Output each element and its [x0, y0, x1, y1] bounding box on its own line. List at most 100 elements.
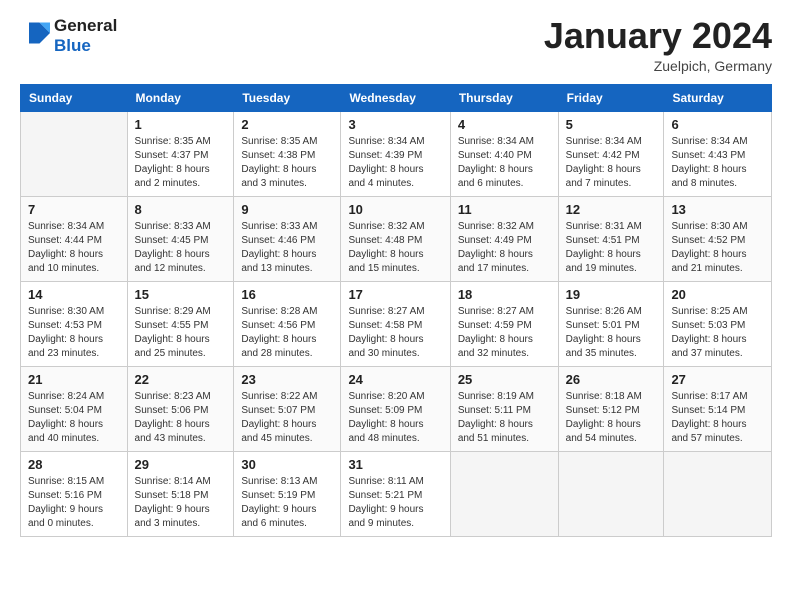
- day-cell-11: 11 Sunrise: 8:32 AMSunset: 4:49 PMDayligh…: [450, 196, 558, 281]
- day-number: 30: [241, 457, 333, 472]
- day-info: Sunrise: 8:13 AMSunset: 5:19 PMDaylight:…: [241, 475, 333, 531]
- empty-cell: [558, 451, 664, 536]
- day-number: 7: [28, 202, 120, 217]
- day-info: Sunrise: 8:17 AMSunset: 5:14 PMDaylight:…: [671, 390, 764, 446]
- logo-general: General: [54, 16, 117, 36]
- day-info: Sunrise: 8:22 AMSunset: 5:07 PMDaylight:…: [241, 390, 333, 446]
- day-cell-21: 21 Sunrise: 8:24 AMSunset: 5:04 PMDayligh…: [21, 366, 128, 451]
- day-cell-6: 6 Sunrise: 8:34 AMSunset: 4:43 PMDaylight…: [664, 111, 772, 196]
- day-cell-27: 27 Sunrise: 8:17 AMSunset: 5:14 PMDayligh…: [664, 366, 772, 451]
- day-number: 29: [135, 457, 227, 472]
- day-info: Sunrise: 8:31 AMSunset: 4:51 PMDaylight:…: [566, 220, 657, 276]
- day-number: 23: [241, 372, 333, 387]
- day-info: Sunrise: 8:32 AMSunset: 4:48 PMDaylight:…: [348, 220, 442, 276]
- day-cell-16: 16 Sunrise: 8:28 AMSunset: 4:56 PMDayligh…: [234, 281, 341, 366]
- day-info: Sunrise: 8:29 AMSunset: 4:55 PMDaylight:…: [135, 305, 227, 361]
- day-info: Sunrise: 8:28 AMSunset: 4:56 PMDaylight:…: [241, 305, 333, 361]
- day-info: Sunrise: 8:19 AMSunset: 5:11 PMDaylight:…: [458, 390, 551, 446]
- day-info: Sunrise: 8:27 AMSunset: 4:58 PMDaylight:…: [348, 305, 442, 361]
- day-info: Sunrise: 8:18 AMSunset: 5:12 PMDaylight:…: [566, 390, 657, 446]
- day-number: 26: [566, 372, 657, 387]
- day-info: Sunrise: 8:34 AMSunset: 4:44 PMDaylight:…: [28, 220, 120, 276]
- day-number: 5: [566, 117, 657, 132]
- day-number: 11: [458, 202, 551, 217]
- day-cell-22: 22 Sunrise: 8:23 AMSunset: 5:06 PMDayligh…: [127, 366, 234, 451]
- month-title: January 2024: [544, 16, 772, 56]
- day-number: 16: [241, 287, 333, 302]
- title-block: January 2024 Zuelpich, Germany: [544, 16, 772, 74]
- page: General Blue January 2024 Zuelpich, Germ…: [0, 0, 792, 612]
- day-cell-7: 7 Sunrise: 8:34 AMSunset: 4:44 PMDaylight…: [21, 196, 128, 281]
- day-info: Sunrise: 8:33 AMSunset: 4:45 PMDaylight:…: [135, 220, 227, 276]
- day-cell-31: 31Sunrise: 8:11 AMSunset: 5:21 PMDayligh…: [341, 451, 450, 536]
- day-info: Sunrise: 8:32 AMSunset: 4:49 PMDaylight:…: [458, 220, 551, 276]
- day-cell-9: 9 Sunrise: 8:33 AMSunset: 4:46 PMDaylight…: [234, 196, 341, 281]
- day-info: Sunrise: 8:34 AMSunset: 4:40 PMDaylight:…: [458, 135, 551, 191]
- empty-cell: [450, 451, 558, 536]
- col-header-sunday: Sunday: [21, 84, 128, 111]
- day-cell-19: 19Sunrise: 8:26 AMSunset: 5:01 PMDayligh…: [558, 281, 664, 366]
- day-number: 6: [671, 117, 764, 132]
- day-number: 14: [28, 287, 120, 302]
- day-number: 25: [458, 372, 551, 387]
- col-header-saturday: Saturday: [664, 84, 772, 111]
- day-info: Sunrise: 8:15 AMSunset: 5:16 PMDaylight:…: [28, 475, 120, 531]
- day-cell-12: 12Sunrise: 8:31 AMSunset: 4:51 PMDayligh…: [558, 196, 664, 281]
- header: General Blue January 2024 Zuelpich, Germ…: [20, 16, 772, 74]
- day-number: 4: [458, 117, 551, 132]
- day-cell-3: 3 Sunrise: 8:34 AMSunset: 4:39 PMDaylight…: [341, 111, 450, 196]
- day-cell-1: 1 Sunrise: 8:35 AMSunset: 4:37 PMDaylight…: [127, 111, 234, 196]
- day-number: 18: [458, 287, 551, 302]
- day-number: 28: [28, 457, 120, 472]
- day-number: 1: [135, 117, 227, 132]
- col-header-tuesday: Tuesday: [234, 84, 341, 111]
- day-cell-15: 15 Sunrise: 8:29 AMSunset: 4:55 PMDayligh…: [127, 281, 234, 366]
- day-number: 2: [241, 117, 333, 132]
- day-cell-5: 5 Sunrise: 8:34 AMSunset: 4:42 PMDaylight…: [558, 111, 664, 196]
- location-subtitle: Zuelpich, Germany: [544, 58, 772, 74]
- day-cell-8: 8 Sunrise: 8:33 AMSunset: 4:45 PMDaylight…: [127, 196, 234, 281]
- day-cell-30: 30 Sunrise: 8:13 AMSunset: 5:19 PMDayligh…: [234, 451, 341, 536]
- empty-cell: [664, 451, 772, 536]
- day-number: 21: [28, 372, 120, 387]
- col-header-friday: Friday: [558, 84, 664, 111]
- day-info: Sunrise: 8:35 AMSunset: 4:37 PMDaylight:…: [135, 135, 227, 191]
- day-info: Sunrise: 8:26 AMSunset: 5:01 PMDaylight:…: [566, 305, 657, 361]
- day-number: 20: [671, 287, 764, 302]
- day-number: 22: [135, 372, 227, 387]
- day-info: Sunrise: 8:30 AMSunset: 4:53 PMDaylight:…: [28, 305, 120, 361]
- day-number: 8: [135, 202, 227, 217]
- day-info: Sunrise: 8:34 AMSunset: 4:43 PMDaylight:…: [671, 135, 764, 191]
- day-cell-14: 14 Sunrise: 8:30 AMSunset: 4:53 PMDayligh…: [21, 281, 128, 366]
- day-cell-10: 10 Sunrise: 8:32 AMSunset: 4:48 PMDayligh…: [341, 196, 450, 281]
- day-cell-4: 4 Sunrise: 8:34 AMSunset: 4:40 PMDaylight…: [450, 111, 558, 196]
- calendar-table: SundayMondayTuesdayWednesdayThursdayFrid…: [20, 84, 772, 537]
- day-cell-20: 20 Sunrise: 8:25 AMSunset: 5:03 PMDayligh…: [664, 281, 772, 366]
- day-number: 17: [348, 287, 442, 302]
- day-info: Sunrise: 8:33 AMSunset: 4:46 PMDaylight:…: [241, 220, 333, 276]
- day-info: Sunrise: 8:14 AMSunset: 5:18 PMDaylight:…: [135, 475, 227, 531]
- day-info: Sunrise: 8:30 AMSunset: 4:52 PMDaylight:…: [671, 220, 764, 276]
- day-info: Sunrise: 8:34 AMSunset: 4:39 PMDaylight:…: [348, 135, 442, 191]
- day-number: 9: [241, 202, 333, 217]
- day-info: Sunrise: 8:27 AMSunset: 4:59 PMDaylight:…: [458, 305, 551, 361]
- day-cell-25: 25 Sunrise: 8:19 AMSunset: 5:11 PMDayligh…: [450, 366, 558, 451]
- day-cell-18: 18 Sunrise: 8:27 AMSunset: 4:59 PMDayligh…: [450, 281, 558, 366]
- day-cell-23: 23 Sunrise: 8:22 AMSunset: 5:07 PMDayligh…: [234, 366, 341, 451]
- day-number: 13: [671, 202, 764, 217]
- day-info: Sunrise: 8:24 AMSunset: 5:04 PMDaylight:…: [28, 390, 120, 446]
- logo-blue: Blue: [54, 36, 117, 56]
- day-number: 3: [348, 117, 442, 132]
- day-cell-2: 2Sunrise: 8:35 AMSunset: 4:38 PMDaylight…: [234, 111, 341, 196]
- day-info: Sunrise: 8:23 AMSunset: 5:06 PMDaylight:…: [135, 390, 227, 446]
- col-header-thursday: Thursday: [450, 84, 558, 111]
- day-number: 27: [671, 372, 764, 387]
- logo: General Blue: [20, 16, 117, 55]
- col-header-monday: Monday: [127, 84, 234, 111]
- day-number: 10: [348, 202, 442, 217]
- day-info: Sunrise: 8:25 AMSunset: 5:03 PMDaylight:…: [671, 305, 764, 361]
- day-cell-28: 28 Sunrise: 8:15 AMSunset: 5:16 PMDayligh…: [21, 451, 128, 536]
- day-number: 15: [135, 287, 227, 302]
- empty-cell: [21, 111, 128, 196]
- day-info: Sunrise: 8:34 AMSunset: 4:42 PMDaylight:…: [566, 135, 657, 191]
